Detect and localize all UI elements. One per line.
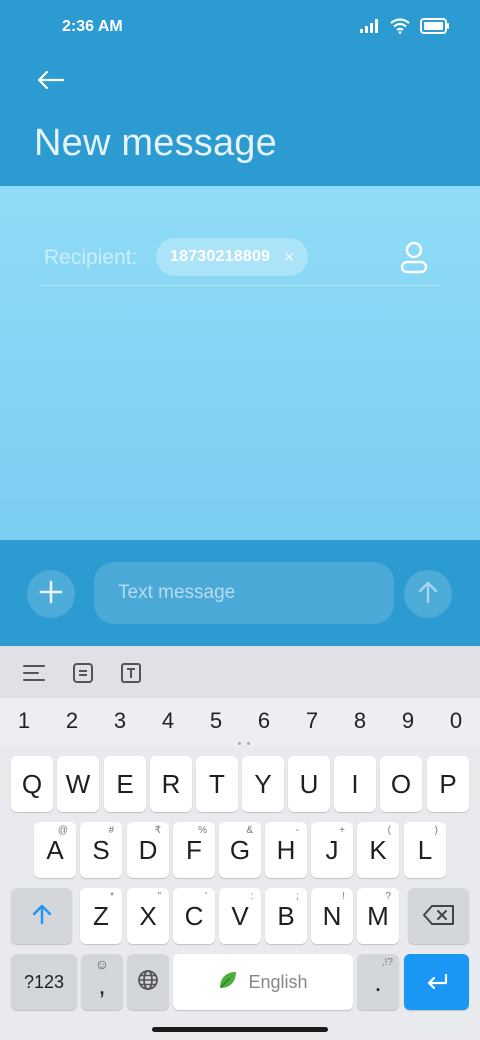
- emoji-comma-key[interactable]: ☺ ,: [81, 954, 123, 1010]
- shift-arrow-icon: [31, 901, 53, 932]
- status-bar: 2:36 AM: [0, 0, 480, 56]
- key-z[interactable]: * Z: [80, 888, 122, 944]
- send-button[interactable]: [404, 570, 452, 618]
- key-c[interactable]: ' C: [173, 888, 215, 944]
- page-dots: [238, 742, 252, 746]
- number-key[interactable]: 2: [48, 708, 96, 734]
- number-key[interactable]: 1: [0, 708, 48, 734]
- plus-icon: [39, 580, 63, 609]
- language-key[interactable]: [127, 954, 169, 1010]
- number-row: 1 2 3 4 5 6 7 8 9 0: [0, 698, 480, 746]
- key-n[interactable]: ! N: [311, 888, 353, 944]
- arrow-left-icon: [36, 70, 65, 95]
- key-k[interactable]: (K: [357, 822, 399, 878]
- number-key[interactable]: 5: [192, 708, 240, 734]
- shift-key[interactable]: [11, 888, 72, 944]
- key-u[interactable]: U: [288, 756, 330, 812]
- key-p[interactable]: P: [427, 756, 469, 812]
- leaf-icon: [218, 970, 238, 995]
- recipient-chip[interactable]: 18730218809 ×: [156, 238, 309, 276]
- recipient-label: Recipient:: [44, 246, 138, 269]
- back-button[interactable]: [32, 64, 68, 100]
- key-j[interactable]: + J: [311, 822, 353, 878]
- backspace-icon: [422, 901, 455, 932]
- key-g[interactable]: & G: [219, 822, 261, 878]
- key-s[interactable]: # S: [80, 822, 122, 878]
- clipboard-icon[interactable]: [68, 658, 98, 688]
- attach-button[interactable]: [27, 570, 75, 618]
- number-key[interactable]: 4: [144, 708, 192, 734]
- key-o[interactable]: O: [380, 756, 422, 812]
- battery-icon: [420, 18, 450, 39]
- recipient-row: Recipient: 18730218809 ×: [40, 236, 440, 286]
- symbols-key[interactable]: ?123: [11, 954, 77, 1010]
- key-h[interactable]: -H: [265, 822, 307, 878]
- header: New message: [0, 56, 480, 186]
- key-y[interactable]: Y: [242, 756, 284, 812]
- home-indicator[interactable]: [152, 1027, 328, 1032]
- key-m[interactable]: ? M: [357, 888, 399, 944]
- number-key[interactable]: 9: [384, 708, 432, 734]
- status-time: 2:36 AM: [62, 18, 123, 35]
- compose-bar: [0, 540, 480, 646]
- emoji-icon: ☺: [94, 956, 109, 972]
- number-key[interactable]: 3: [96, 708, 144, 734]
- backspace-key[interactable]: [408, 888, 469, 944]
- key-l[interactable]: ) L: [404, 822, 446, 878]
- key-d[interactable]: ₹ D: [127, 822, 169, 878]
- menu-lines-icon[interactable]: [19, 658, 49, 688]
- key-v[interactable]: :V: [219, 888, 261, 944]
- add-contact-button[interactable]: [398, 240, 430, 276]
- key-x[interactable]: " X: [127, 888, 169, 944]
- key-i[interactable]: I: [334, 756, 376, 812]
- keyboard-toolbar: [0, 646, 480, 698]
- number-key[interactable]: 7: [288, 708, 336, 734]
- period-key[interactable]: ,!? .: [357, 954, 399, 1010]
- number-key[interactable]: 0: [432, 708, 480, 734]
- signal-icon: [360, 19, 380, 38]
- number-key[interactable]: 8: [336, 708, 384, 734]
- page-title: New message: [34, 122, 277, 164]
- text-format-icon[interactable]: [116, 658, 146, 688]
- space-key[interactable]: English: [173, 954, 353, 1010]
- close-icon[interactable]: ×: [280, 248, 298, 266]
- globe-icon: [137, 967, 159, 998]
- key-b[interactable]: ; B: [265, 888, 307, 944]
- conversation-area: Recipient: 18730218809 ×: [0, 186, 480, 540]
- person-icon: [398, 241, 430, 278]
- key-q[interactable]: Q: [11, 756, 53, 812]
- wifi-icon: [390, 18, 410, 39]
- key-r[interactable]: R: [150, 756, 192, 812]
- key-e[interactable]: E: [104, 756, 146, 812]
- recipient-chip-text: 18730218809: [170, 248, 271, 265]
- enter-key[interactable]: [404, 954, 469, 1010]
- key-t[interactable]: T: [196, 756, 238, 812]
- number-key[interactable]: 6: [240, 708, 288, 734]
- key-w[interactable]: W: [57, 756, 99, 812]
- enter-icon: [425, 967, 449, 998]
- arrow-up-icon: [417, 580, 439, 609]
- keyboard: 1 2 3 4 5 6 7 8 9 0 Q W E R T Y U I O P …: [0, 646, 480, 1040]
- key-a[interactable]: @ A: [34, 822, 76, 878]
- message-input[interactable]: [94, 562, 394, 624]
- key-f[interactable]: % F: [173, 822, 215, 878]
- status-icons: [360, 18, 450, 39]
